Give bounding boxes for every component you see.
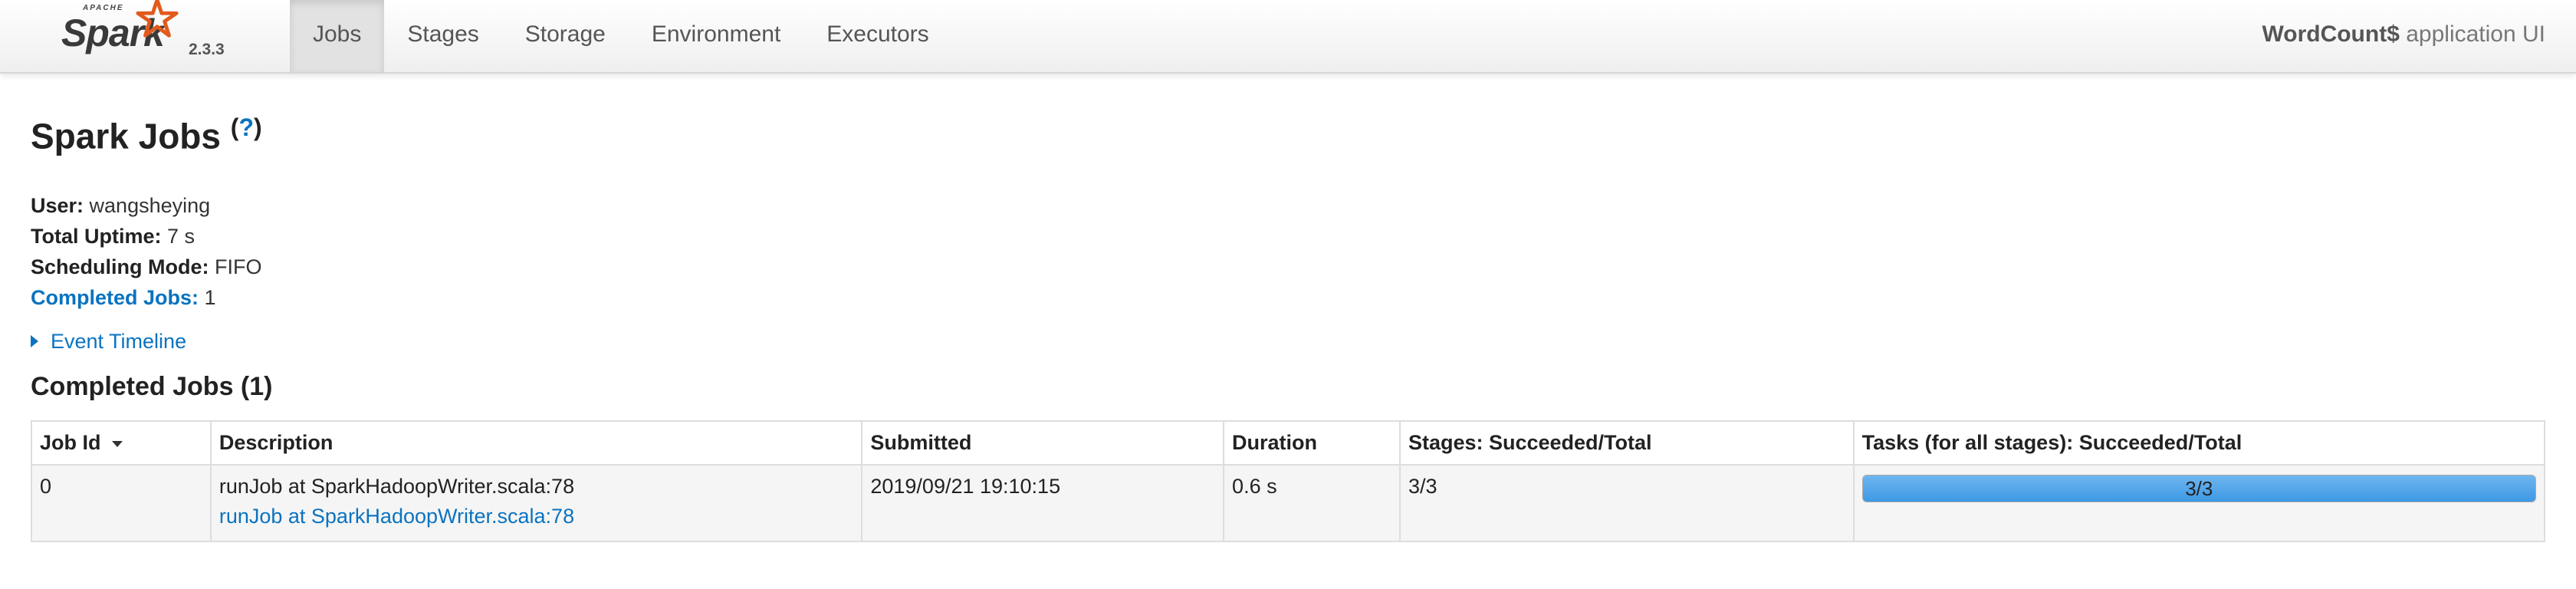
- completed-jobs-link[interactable]: Completed Jobs:: [31, 286, 199, 309]
- application-title: WordCount$ application UI: [2262, 0, 2545, 72]
- description-text: runJob at SparkHadoopWriter.scala:78: [219, 475, 575, 498]
- app-name: WordCount$: [2262, 21, 2400, 47]
- sort-descending-icon: [111, 440, 123, 447]
- header-submitted[interactable]: Submitted: [861, 420, 1225, 466]
- caret-right-icon: [31, 334, 38, 347]
- header-description[interactable]: Description: [209, 420, 863, 466]
- header-tasks[interactable]: Tasks (for all stages): Succeeded/Total: [1852, 420, 2546, 466]
- summary-list: User: wangsheying Total Uptime: 7 s Sche…: [31, 190, 262, 313]
- page-title: Spark Jobs (?): [31, 114, 262, 156]
- tab-executors[interactable]: Executors: [803, 0, 951, 72]
- header-duration[interactable]: Duration: [1223, 420, 1401, 466]
- tab-stages[interactable]: Stages: [384, 0, 501, 72]
- header-job-id-label: Job Id: [40, 431, 101, 454]
- uptime-label: Total Uptime:: [31, 225, 162, 248]
- user-label: User:: [31, 194, 84, 217]
- summary-uptime: Total Uptime: 7 s: [31, 221, 262, 252]
- summary-scheduling-mode: Scheduling Mode: FIFO: [31, 252, 262, 282]
- cell-submitted: 2019/09/21 19:10:15: [861, 464, 1225, 542]
- table-row: 0 runJob at SparkHadoopWriter.scala:78 r…: [31, 464, 2546, 542]
- help-link[interactable]: ?: [238, 114, 254, 141]
- tab-environment[interactable]: Environment: [629, 0, 803, 72]
- event-timeline-toggle[interactable]: Event Timeline: [31, 330, 186, 354]
- nav-tabs: Jobs Stages Storage Environment Executor…: [290, 0, 952, 72]
- top-navbar: APACHE Spark 2.3.3 Jobs Stages Storage E…: [0, 0, 2576, 74]
- completed-jobs-table: Job Id Description Submitted Duration St…: [31, 420, 2546, 542]
- scheduling-mode-value: FIFO: [209, 255, 262, 278]
- description-link[interactable]: runJob at SparkHadoopWriter.scala:78: [219, 505, 574, 528]
- tasks-progress-label: 3/3: [2185, 477, 2213, 500]
- page-title-text: Spark Jobs: [31, 116, 221, 156]
- header-stages[interactable]: Stages: Succeeded/Total: [1398, 420, 1855, 466]
- app-suffix: application UI: [2399, 21, 2545, 47]
- event-timeline-label: Event Timeline: [51, 330, 187, 353]
- cell-job-id: 0: [31, 464, 212, 542]
- completed-jobs-heading[interactable]: Completed Jobs (1): [31, 372, 272, 402]
- cell-duration: 0.6 s: [1223, 464, 1401, 542]
- table-header-row: Job Id Description Submitted Duration St…: [31, 420, 2546, 466]
- summary-completed-jobs: Completed Jobs: 1: [31, 282, 262, 313]
- spark-version: 2.3.3: [189, 41, 225, 58]
- spark-logo[interactable]: APACHE Spark 2.3.3: [60, 0, 244, 72]
- user-value: wangsheying: [84, 194, 211, 217]
- cell-description: runJob at SparkHadoopWriter.scala:78 run…: [209, 464, 863, 542]
- cell-stages: 3/3: [1398, 464, 1855, 542]
- completed-jobs-value: 1: [199, 286, 216, 309]
- header-job-id[interactable]: Job Id: [31, 420, 212, 466]
- cell-tasks: 3/3: [1852, 464, 2546, 542]
- scheduling-mode-label: Scheduling Mode:: [31, 255, 209, 278]
- spark-star-icon: [136, 0, 179, 38]
- tasks-progress-bar: 3/3: [1861, 475, 2536, 502]
- summary-user: User: wangsheying: [31, 190, 262, 221]
- uptime-value: 7 s: [161, 225, 196, 248]
- tab-storage[interactable]: Storage: [502, 0, 629, 72]
- help-tooltip[interactable]: (?): [231, 114, 262, 141]
- tab-jobs[interactable]: Jobs: [290, 0, 385, 72]
